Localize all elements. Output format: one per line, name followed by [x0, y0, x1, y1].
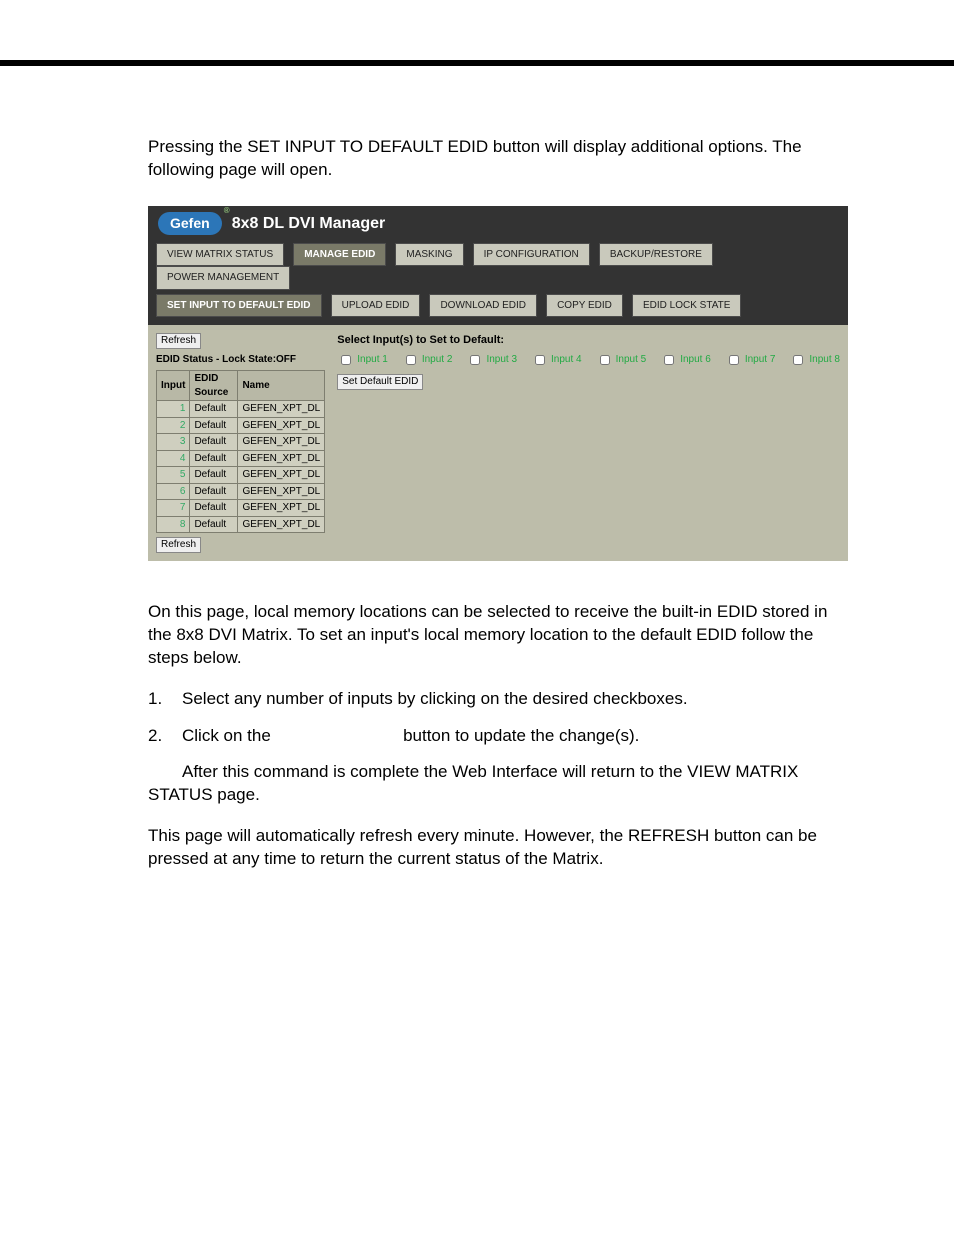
input-8-checkbox[interactable]: Input 8: [789, 352, 840, 368]
tab-masking[interactable]: MASKING: [395, 243, 463, 267]
subtab-set-input-default[interactable]: SET INPUT TO DEFAULT EDID: [156, 294, 322, 318]
step-1: 1. Select any number of inputs by clicki…: [148, 688, 836, 711]
refresh-button-top[interactable]: Refresh: [156, 333, 201, 349]
tab-power-management[interactable]: POWER MANAGEMENT: [156, 266, 290, 290]
table-row: 4DefaultGEFEN_XPT_DL: [157, 450, 325, 467]
table-row: 8DefaultGEFEN_XPT_DL: [157, 516, 325, 533]
step-1-text: Select any number of inputs by clicking …: [182, 688, 836, 711]
app-header: Gefen 8x8 DL DVI Manager: [148, 206, 848, 239]
step-1-number: 1.: [148, 688, 182, 711]
input-3-checkbox[interactable]: Input 3: [466, 352, 517, 368]
table-row: 7DefaultGEFEN_XPT_DL: [157, 500, 325, 517]
input-5-checkbox[interactable]: Input 5: [596, 352, 647, 368]
app-screenshot: Gefen 8x8 DL DVI Manager VIEW MATRIX STA…: [148, 206, 848, 561]
col-edid-source: EDID Source: [190, 371, 238, 401]
set-default-edid-button[interactable]: Set Default EDID: [337, 374, 423, 390]
table-row: 3DefaultGEFEN_XPT_DL: [157, 434, 325, 451]
step-2: 2. Click on the button to update the cha…: [148, 725, 836, 748]
brand-logo: Gefen: [158, 212, 222, 235]
input-4-checkbox[interactable]: Input 4: [531, 352, 582, 368]
left-column: Refresh EDID Status - Lock State:OFF Inp…: [156, 333, 325, 553]
secondary-tabs: SET INPUT TO DEFAULT EDID UPLOAD EDID DO…: [148, 292, 848, 326]
refresh-note-paragraph: This page will automatically refresh eve…: [148, 825, 836, 871]
col-input: Input: [157, 371, 190, 401]
tab-backup-restore[interactable]: BACKUP/RESTORE: [599, 243, 713, 267]
tab-manage-edid[interactable]: MANAGE EDID: [293, 243, 386, 267]
col-name: Name: [238, 371, 325, 401]
input-2-checkbox[interactable]: Input 2: [402, 352, 453, 368]
after-command-paragraph: After this command is complete the Web I…: [148, 761, 836, 807]
input-1-checkbox[interactable]: Input 1: [337, 352, 388, 368]
app-title: 8x8 DL DVI Manager: [232, 213, 386, 235]
input-checkbox-row: Input 1 Input 2 Input 3 Input 4 Input 5 …: [337, 352, 840, 368]
table-row: 1DefaultGEFEN_XPT_DL: [157, 401, 325, 418]
table-row: 5DefaultGEFEN_XPT_DL: [157, 467, 325, 484]
subtab-copy-edid[interactable]: COPY EDID: [546, 294, 623, 318]
select-inputs-heading: Select Input(s) to Set to Default:: [337, 333, 840, 348]
intro-paragraph: Pressing the SET INPUT TO DEFAULT EDID b…: [148, 136, 836, 182]
table-row: 6DefaultGEFEN_XPT_DL: [157, 483, 325, 500]
table-row: 2DefaultGEFEN_XPT_DL: [157, 417, 325, 434]
refresh-button-bottom[interactable]: Refresh: [156, 537, 201, 553]
tab-view-matrix-status[interactable]: VIEW MATRIX STATUS: [156, 243, 284, 267]
step-2-text: Click on the button to update the change…: [182, 725, 836, 748]
input-6-checkbox[interactable]: Input 6: [660, 352, 711, 368]
explain-paragraph: On this page, local memory locations can…: [148, 601, 836, 670]
primary-tabs: VIEW MATRIX STATUS MANAGE EDID MASKING I…: [148, 239, 848, 292]
tab-ip-configuration[interactable]: IP CONFIGURATION: [473, 243, 590, 267]
edid-status-line: EDID Status - Lock State:OFF: [156, 353, 325, 367]
subtab-edid-lock-state[interactable]: EDID LOCK STATE: [632, 294, 741, 318]
subtab-upload-edid[interactable]: UPLOAD EDID: [331, 294, 421, 318]
step-2-number: 2.: [148, 725, 182, 748]
app-body: Refresh EDID Status - Lock State:OFF Inp…: [148, 325, 848, 561]
right-column: Select Input(s) to Set to Default: Input…: [337, 333, 840, 553]
subtab-download-edid[interactable]: DOWNLOAD EDID: [429, 294, 537, 318]
edid-status-table: Input EDID Source Name 1DefaultGEFEN_XPT…: [156, 370, 325, 533]
input-7-checkbox[interactable]: Input 7: [725, 352, 776, 368]
